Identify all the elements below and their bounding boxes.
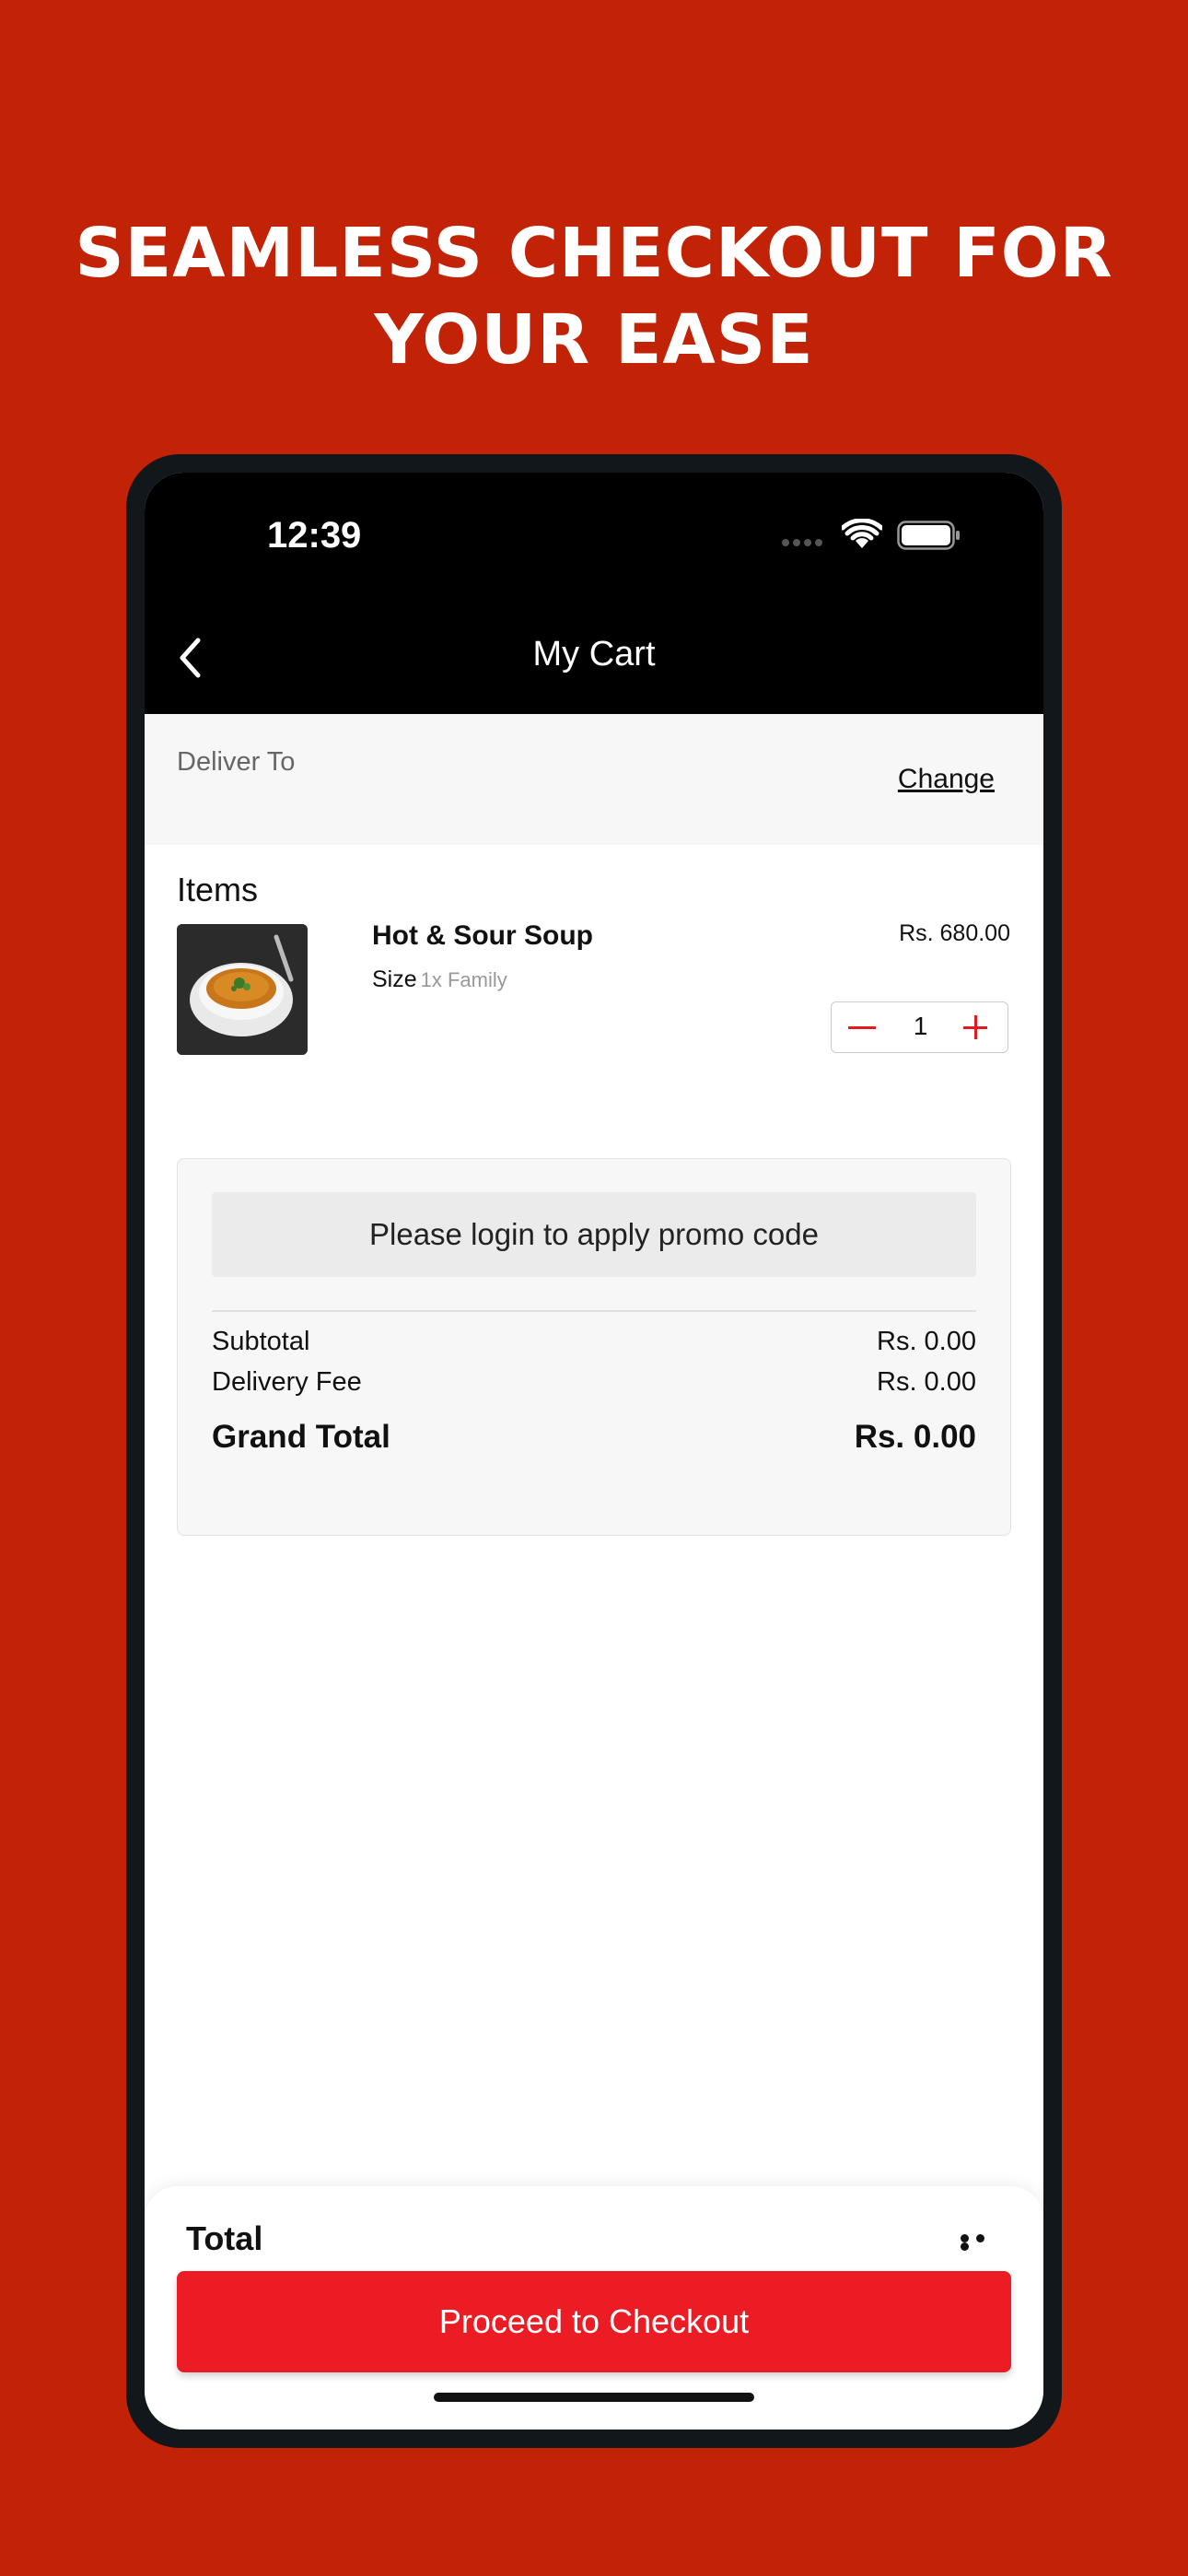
quantity-stepper: 1 (831, 1001, 1008, 1053)
subtotal-label: Subtotal (212, 1327, 310, 1356)
item-size: Size 1x Family (372, 966, 507, 993)
battery-icon (897, 521, 960, 550)
item-image (177, 924, 308, 1055)
subtotal-value: Rs. 0.00 (877, 1327, 976, 1356)
grand-total-label: Grand Total (212, 1419, 390, 1455)
promo-code-button[interactable]: Please login to apply promo code (212, 1192, 976, 1277)
wifi-icon (842, 519, 882, 548)
increase-quantity-button[interactable] (954, 1002, 998, 1054)
items-heading: Items (177, 871, 259, 908)
item-size-value: 1x Family (420, 968, 507, 991)
headline-line-2: YOUR EASE (374, 300, 814, 380)
grand-total-row: Grand Total Rs. 0.00 (212, 1419, 976, 1456)
order-summary: Please login to apply promo code Subtota… (177, 1158, 1011, 1536)
headline-line-1: SEAMLESS CHECKOUT FOR (75, 214, 1113, 293)
cellular-signal-icon (782, 539, 826, 546)
subtotal-row: Subtotal Rs. 0.00 (212, 1327, 976, 1357)
app-header: 12:39 My Cart (145, 473, 1043, 714)
total-label: Total (186, 2219, 263, 2257)
proceed-to-checkout-button[interactable]: Proceed to Checkout (177, 2271, 1011, 2372)
summary-divider (212, 1310, 976, 1312)
delivery-section: Deliver To Change (145, 714, 1043, 845)
phone-screen: 12:39 My Cart Deliver To Change Items Ho… (145, 473, 1043, 2430)
item-name: Hot & Sour Soup (372, 920, 593, 951)
item-size-label: Size (372, 966, 417, 992)
deliver-to-label: Deliver To (177, 747, 296, 777)
phone-frame: 12:39 My Cart Deliver To Change Items Ho… (126, 454, 1062, 2448)
grand-total-value: Rs. 0.00 (854, 1419, 976, 1455)
delivery-fee-row: Delivery Fee Rs. 0.00 (212, 1367, 976, 1398)
promo-headline: SEAMLESS CHECKOUT FOR YOUR EASE (0, 210, 1188, 383)
soup-bowl-icon (177, 924, 308, 1055)
item-price: Rs. 680.00 (899, 920, 1010, 946)
delivery-fee-label: Delivery Fee (212, 1367, 362, 1397)
page-title: My Cart (532, 635, 656, 673)
change-address-link[interactable]: Change (898, 764, 995, 795)
delivery-fee-value: Rs. 0.00 (877, 1367, 976, 1397)
status-time: 12:39 (267, 515, 362, 556)
more-options-icon[interactable] (961, 2234, 1005, 2251)
home-indicator (434, 2393, 754, 2402)
